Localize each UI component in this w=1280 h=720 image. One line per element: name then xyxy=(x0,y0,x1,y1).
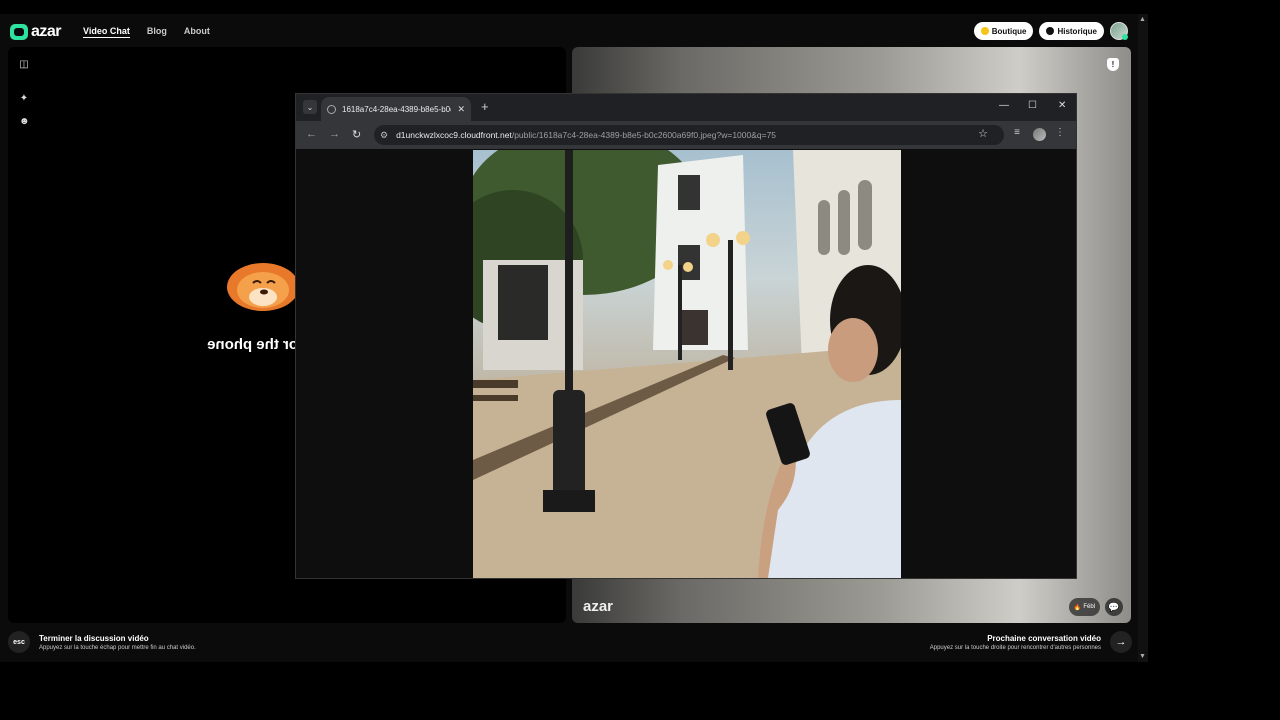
end-chat-hint: esc Terminer la discussion vidéo Appuyez… xyxy=(8,631,196,653)
next-chat-hint: Prochaine conversation vidéo Appuyez sur… xyxy=(930,631,1132,653)
top-bar: azar Video Chat Blog About Boutique Hist… xyxy=(0,14,1148,48)
gem-icon xyxy=(980,27,989,35)
reading-list-icon[interactable]: ≡ xyxy=(1014,127,1020,138)
new-tab-button[interactable]: + xyxy=(481,99,489,114)
url-host: d1unckwzlxcoc9.cloudfront.net xyxy=(396,130,512,140)
globe-icon xyxy=(327,104,336,114)
historique-button[interactable]: Historique xyxy=(1039,22,1104,40)
flame-icon: 🔥 xyxy=(1073,604,1082,611)
azar-watermark: azar xyxy=(583,598,614,615)
browser-toolbar: ← → ↻ ⚙ d1unckwzlxcoc9.cloudfront.net/pu… xyxy=(296,121,1076,149)
sparkle-effects-icon[interactable]: ✦ xyxy=(19,94,29,104)
page-viewport xyxy=(296,149,1076,578)
mirrored-instruction-text: or the phone xyxy=(207,336,298,353)
reload-icon[interactable]: ↻ xyxy=(352,128,361,141)
camera-switch-icon[interactable]: ◫ xyxy=(19,60,29,70)
nav-blog[interactable]: Blog xyxy=(147,26,167,38)
maximize-icon[interactable]: ☐ xyxy=(1028,100,1037,111)
end-chat-title: Terminer la discussion vidéo xyxy=(39,633,149,643)
chat-bubble-button[interactable]: 💬 xyxy=(1105,598,1123,616)
star-icon[interactable]: ☆ xyxy=(978,127,988,140)
esc-key-button[interactable]: esc xyxy=(8,631,30,653)
url-path: /public/1618a7c4-28ea-4389-b8e5-b0c2600a… xyxy=(511,130,777,140)
next-arrow-button[interactable]: → xyxy=(1110,631,1132,653)
street-photo xyxy=(473,150,901,578)
profile-avatar[interactable] xyxy=(1033,128,1046,141)
browser-window: ⌄ 1618a7c4-28ea-4389-b8e5-b0c ✕ + — ☐ ✕ … xyxy=(295,93,1077,579)
arrow-right-icon: → xyxy=(1115,636,1127,648)
tab-strip: ⌄ 1618a7c4-28ea-4389-b8e5-b0c ✕ + — ☐ ✕ xyxy=(296,94,1076,121)
lion-mascot-icon xyxy=(227,263,298,311)
partner-controls: 🔥 Fébl 💬 xyxy=(1068,598,1123,616)
site-info-icon[interactable]: ⚙ xyxy=(380,130,388,141)
partner-badge[interactable]: 🔥 Fébl xyxy=(1068,598,1100,616)
scroll-down-icon[interactable]: ▼ xyxy=(1139,653,1146,660)
page-scrollbar[interactable]: ▲ ▼ xyxy=(1138,14,1148,662)
end-chat-subtitle: Appuyez sur la touche échap pour mettre … xyxy=(39,644,196,651)
avatar[interactable] xyxy=(1110,22,1128,40)
address-bar[interactable]: ⚙ d1unckwzlxcoc9.cloudfront.net/public/1… xyxy=(374,125,1004,145)
report-shield-icon[interactable]: ! xyxy=(1107,58,1119,71)
top-right-actions: Boutique Historique xyxy=(973,22,1128,40)
next-chat-title: Prochaine conversation vidéo xyxy=(987,633,1101,643)
azar-logo[interactable]: azar xyxy=(10,23,62,41)
main-nav: Video Chat Blog About xyxy=(83,26,210,38)
nav-about[interactable]: About xyxy=(184,26,210,38)
menu-kebab-icon[interactable]: ⋮ xyxy=(1055,127,1065,138)
chat-bubble-icon: 💬 xyxy=(1108,601,1120,612)
close-window-icon[interactable]: ✕ xyxy=(1058,100,1066,111)
partner-badge-text: Fébl xyxy=(1083,604,1095,610)
next-chat-subtitle: Appuyez sur la touche droite pour rencon… xyxy=(929,644,1101,651)
boutique-button[interactable]: Boutique xyxy=(973,22,1034,40)
sticker-icon[interactable]: ☻ xyxy=(19,117,30,127)
tab-title: 1618a7c4-28ea-4389-b8e5-b0c xyxy=(342,104,452,114)
forward-arrow-icon[interactable]: → xyxy=(329,128,340,140)
url-text: d1unckwzlxcoc9.cloudfront.net/public/161… xyxy=(396,130,776,140)
street-photo-drawing xyxy=(473,150,901,578)
nav-video-chat[interactable]: Video Chat xyxy=(83,26,130,38)
clock-icon xyxy=(1046,27,1055,35)
tab-search-button[interactable]: ⌄ xyxy=(303,100,317,114)
boutique-label: Boutique xyxy=(991,26,1027,36)
historique-label: Historique xyxy=(1057,26,1097,36)
scroll-up-icon[interactable]: ▲ xyxy=(1139,16,1146,23)
active-tab[interactable]: 1618a7c4-28ea-4389-b8e5-b0c ✕ xyxy=(321,97,471,121)
close-tab-icon[interactable]: ✕ xyxy=(457,104,465,115)
back-arrow-icon[interactable]: ← xyxy=(306,128,317,140)
azar-logo-icon xyxy=(10,24,28,40)
minimize-icon[interactable]: — xyxy=(999,100,1009,111)
logo-text: azar xyxy=(31,23,62,40)
